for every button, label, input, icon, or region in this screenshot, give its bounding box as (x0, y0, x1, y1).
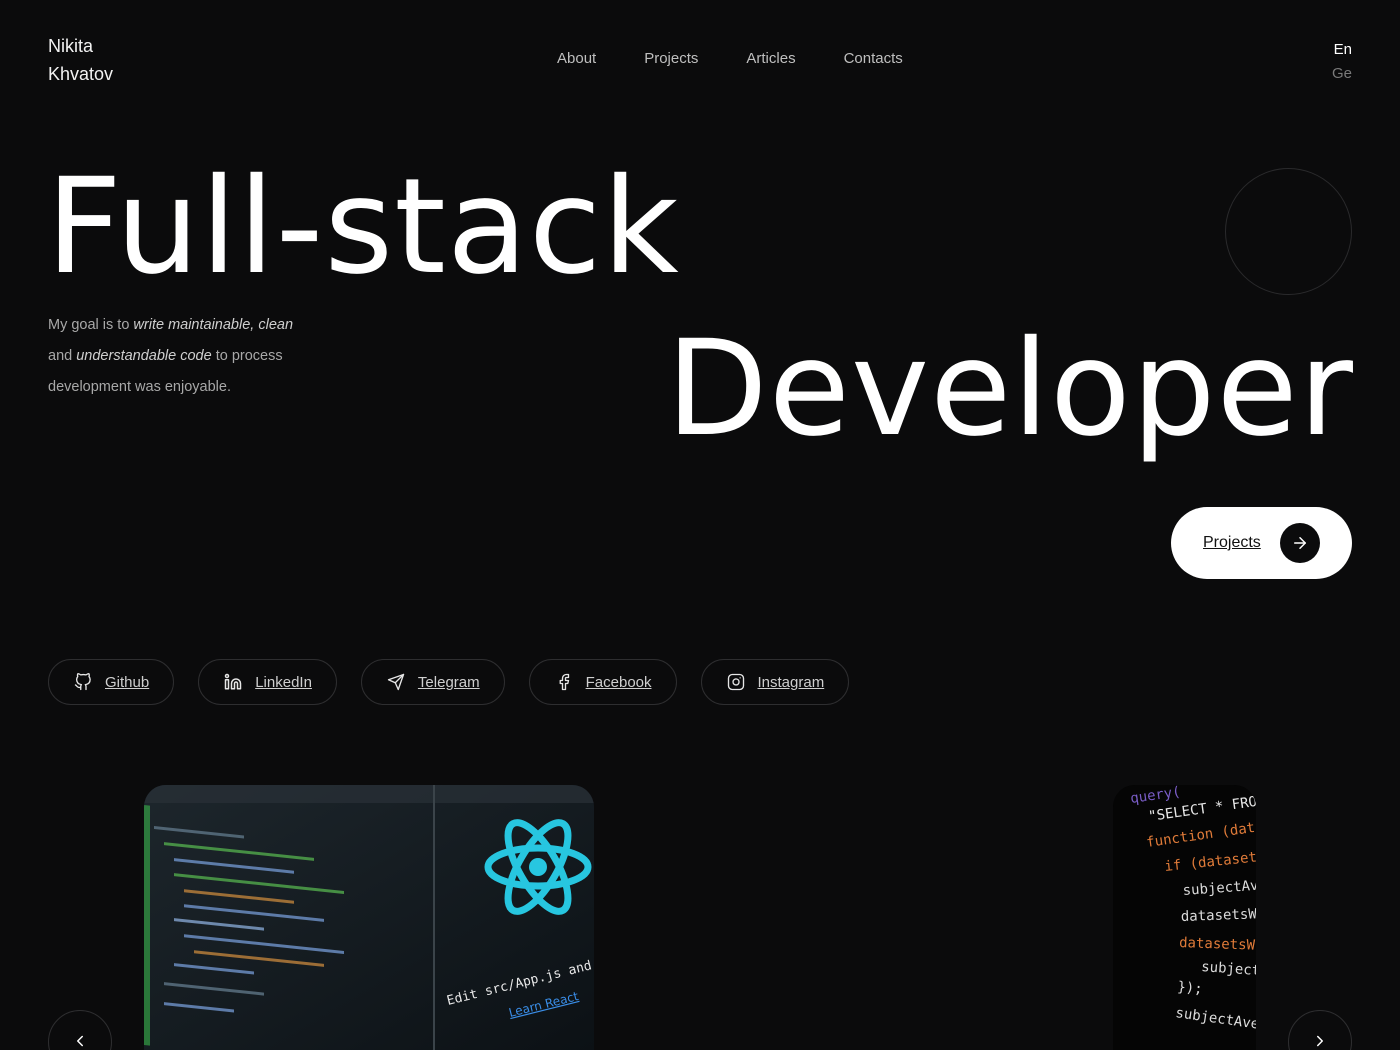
hero-description: My goal is to write maintainable, clean … (48, 310, 318, 403)
facebook-label: Facebook (585, 673, 652, 691)
telegram-icon (386, 672, 406, 692)
arrow-right-icon (1280, 523, 1320, 563)
projects-button-label: Projects (1203, 534, 1261, 551)
brand-name[interactable]: Nikita Khvatov (48, 32, 113, 88)
nav-articles[interactable]: Articles (746, 50, 795, 67)
chevron-right-icon (1311, 1032, 1329, 1050)
carousel-prev-button[interactable] (48, 1010, 112, 1050)
desc-emphasis-1: write maintainable, clean (133, 317, 294, 333)
lang-ge[interactable]: Ge (1332, 62, 1352, 86)
chevron-left-icon (71, 1032, 89, 1050)
github-link[interactable]: Github (48, 659, 175, 705)
telegram-label: Telegram (417, 673, 480, 691)
carousel-next-button[interactable] (1288, 1010, 1352, 1050)
react-code-image: Edit src/App.js and save to rel Learn Re… (144, 785, 594, 1050)
brand-last-name: Khvatov (48, 64, 114, 84)
instagram-icon (726, 672, 746, 692)
linkedin-label: LinkedIn (255, 673, 312, 691)
lang-en[interactable]: En (1332, 38, 1352, 62)
card2-line-5: datasetsWith (1181, 905, 1256, 925)
language-switcher: En Ge (1332, 38, 1352, 86)
linkedin-link[interactable]: LinkedIn (198, 659, 337, 705)
social-links: Github LinkedIn Telegram Facebook Instag… (48, 659, 850, 705)
query-code-image: query( "SELECT * FROM mark function (dat… (1113, 785, 1256, 1050)
github-icon (73, 672, 93, 692)
project-card-query[interactable]: query( "SELECT * FROM mark function (dat… (1113, 785, 1256, 1050)
nav-projects[interactable]: Projects (644, 50, 698, 67)
telegram-link[interactable]: Telegram (360, 659, 505, 705)
facebook-link[interactable]: Facebook (528, 659, 677, 705)
facebook-icon (554, 672, 574, 692)
project-card-react[interactable]: Edit src/App.js and save to rel Learn Re… (144, 785, 594, 1050)
desc-emphasis-2: understandable code (76, 348, 212, 364)
projects-button[interactable]: Projects (1171, 507, 1352, 579)
card2-line-8: }); (1177, 979, 1204, 998)
instagram-label: Instagram (757, 673, 825, 691)
brand-first-name: Nikita (48, 36, 94, 56)
decorative-circle (1225, 168, 1352, 295)
desc-text-1: My goal is to (48, 317, 134, 333)
github-label: Github (105, 673, 150, 691)
nav-about[interactable]: About (557, 50, 596, 67)
nav-contacts[interactable]: Contacts (844, 50, 903, 67)
hero-title-line-1: Full-stack (46, 150, 680, 304)
main-nav: About Projects Articles Contacts (557, 50, 903, 67)
hero-title-line-2: Developer (666, 312, 1354, 466)
desc-text-2: and (48, 348, 77, 364)
instagram-link[interactable]: Instagram (700, 659, 850, 705)
linkedin-icon (223, 672, 243, 692)
